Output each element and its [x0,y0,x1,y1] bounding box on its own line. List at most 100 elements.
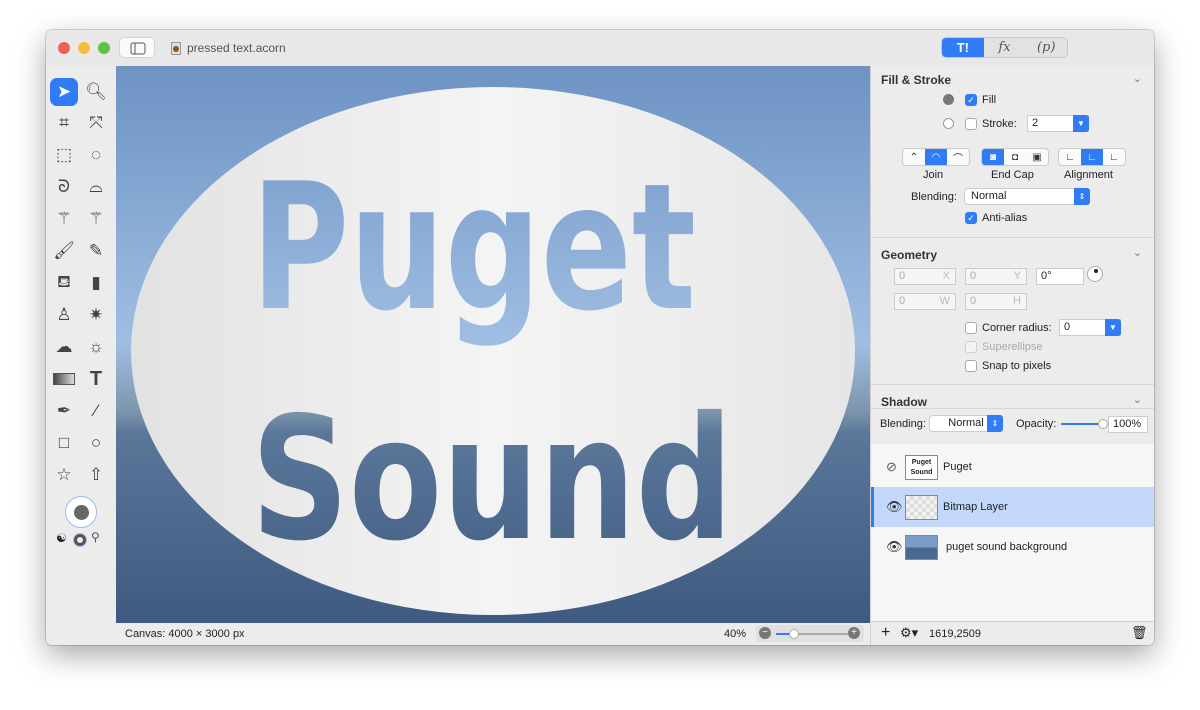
zoom-tool[interactable]: 🔍︎ [82,78,110,106]
eraser-tool[interactable]: ▮ [82,269,110,297]
rect-select-tool[interactable]: ⬚ [50,141,78,169]
width-field[interactable]: 0W [894,293,956,310]
chevron-down-icon[interactable]: ⌄ [1133,393,1142,406]
layers-list: ⊘ Puget Sound Puget 👁︎ Bitmap Layer 👁︎ pu… [871,444,1154,645]
eye-icon[interactable]: 👁︎ [886,499,903,515]
paint-bucket-tool[interactable]: ⛾ [50,269,78,297]
canvas[interactable]: Puget Sound [116,66,870,623]
round-cap-button[interactable]: ◘ [1004,149,1026,165]
brush-tool[interactable]: 🖌︎ [50,237,78,265]
layer-row[interactable]: 👁︎ puget sound background [871,527,1154,567]
canvas-size: Canvas: 4000 × 3000 px [125,628,245,640]
lasso-tool[interactable]: ᘐ [50,173,78,201]
align-center-button[interactable]: ∟ [1081,149,1103,165]
zoom-in-icon[interactable]: + [848,627,860,639]
color-well[interactable] [65,496,97,528]
square-cap-button[interactable]: ▣ [1026,149,1048,165]
star-tool[interactable]: ☆ [50,461,78,489]
color-picker-icon[interactable]: ⚲ [91,530,100,544]
sidebar-toggle-button[interactable] [119,37,155,58]
polygon-lasso-tool[interactable]: ⌓ [82,173,110,201]
minimize-button[interactable] [78,42,90,54]
layer-row[interactable]: 👁︎ Bitmap Layer [871,487,1154,527]
tab-effects[interactable]: fx [984,38,1026,57]
fill-checkbox[interactable]: ✓ [965,94,977,106]
height-field[interactable]: 0H [965,293,1027,310]
close-button[interactable] [58,42,70,54]
zoom-out-icon[interactable]: − [759,627,771,639]
rotation-dial[interactable] [1087,266,1103,282]
eye-icon[interactable]: 👁︎ [886,539,903,555]
trash-icon[interactable]: 🗑︎ [1131,625,1148,641]
tab-tools[interactable]: T! [942,38,984,57]
butt-cap-button[interactable]: ◙ [982,149,1004,165]
stroke-label: Stroke: [982,118,1017,130]
layer-blending-select[interactable]: Normal ⇕ [929,415,1003,432]
layer-name: Puget [943,461,972,473]
stroke-color-well[interactable] [943,118,954,129]
crop-tool[interactable]: ⌗ [50,109,78,137]
cursor-coords: 1619,2509 [929,628,981,640]
bevel-join-button[interactable]: ⌒ [947,149,969,165]
transform-tool[interactable]: ⤧ [82,109,110,137]
color-select-tool[interactable]: ⚚ [82,205,110,233]
stroke-checkbox[interactable] [965,118,977,130]
oval-tool[interactable]: ○ [82,429,110,457]
corner-radius-checkbox[interactable] [965,322,977,334]
popup-arrows-icon: ⇕ [1074,188,1090,205]
opacity-slider[interactable] [1061,419,1108,429]
fill-color-well[interactable] [943,94,954,105]
angle-field[interactable]: 0° [1036,268,1084,285]
swap-colors-icon[interactable]: ☯ [56,531,67,545]
add-layer-button[interactable]: + [881,624,890,642]
brightness-tool[interactable]: ☼ [82,333,110,361]
cloud-tool[interactable]: ☁︎ [50,333,78,361]
endcap-label: End Cap [991,169,1034,181]
pencil-tool[interactable]: ✎ [82,237,110,265]
zoom-slider[interactable] [776,629,848,639]
gear-icon[interactable]: ⚙▾ [900,625,918,641]
dropdown-arrow-icon[interactable]: ▼ [1105,319,1121,336]
join-buttons: ⌃ ◠ ⌒ [902,148,970,166]
align-inside-button[interactable]: ∟ [1059,149,1081,165]
clone-stamp-tool[interactable]: ♙ [50,301,78,329]
snap-label: Snap to pixels [982,360,1052,372]
corner-radius-combo[interactable]: 0 ▼ [1059,319,1121,336]
geometry-title: Geometry [881,248,938,262]
antialias-checkbox[interactable]: ✓ [965,212,977,224]
round-join-button[interactable]: ◠ [925,149,947,165]
snap-checkbox[interactable] [965,360,977,372]
chevron-down-icon[interactable]: ⌄ [1133,72,1142,85]
stroke-width-combo[interactable]: 2 ▼ [1027,115,1089,132]
eye-slash-icon[interactable]: ⊘ [886,459,897,475]
gradient-tool[interactable] [50,365,78,393]
dropdown-arrow-icon[interactable]: ▼ [1073,115,1089,132]
align-outside-button[interactable]: ∟ [1103,149,1125,165]
y-field[interactable]: 0Y [965,268,1027,285]
zoom-button[interactable] [98,42,110,54]
layer-row[interactable]: ⊘ Puget Sound Puget [871,447,1154,487]
arrow-tool[interactable]: ⇧ [82,461,110,489]
opacity-field[interactable]: 100% [1108,416,1148,433]
pen-tool[interactable]: ✒︎ [50,397,78,425]
x-field[interactable]: 0X [894,268,956,285]
superellipse-checkbox[interactable] [965,341,977,353]
miter-join-button[interactable]: ⌃ [903,149,925,165]
text-tool[interactable]: T [82,365,110,393]
ellipse-select-tool[interactable]: ◌ [82,141,110,169]
magic-wand-tool[interactable]: ⚚ [50,205,78,233]
smudge-tool[interactable]: ✷ [82,301,110,329]
blending-select[interactable]: Normal ⇕ [964,188,1090,205]
layer-thumbnail: Puget Sound [905,454,938,480]
line-tool[interactable]: ⁄ [82,397,110,425]
tab-properties[interactable]: (p) [1025,38,1067,57]
canvas-image: Puget Sound [116,66,870,623]
select-tool[interactable]: ➤ [50,78,78,106]
divider [871,408,1154,409]
chevron-down-icon[interactable]: ⌄ [1133,246,1142,259]
w-value: 0 [899,295,906,307]
stroke-color-well[interactable] [74,534,86,546]
window-title: pressed text.acorn [187,41,286,55]
divider [871,237,1154,238]
rectangle-tool[interactable]: □ [50,429,78,457]
